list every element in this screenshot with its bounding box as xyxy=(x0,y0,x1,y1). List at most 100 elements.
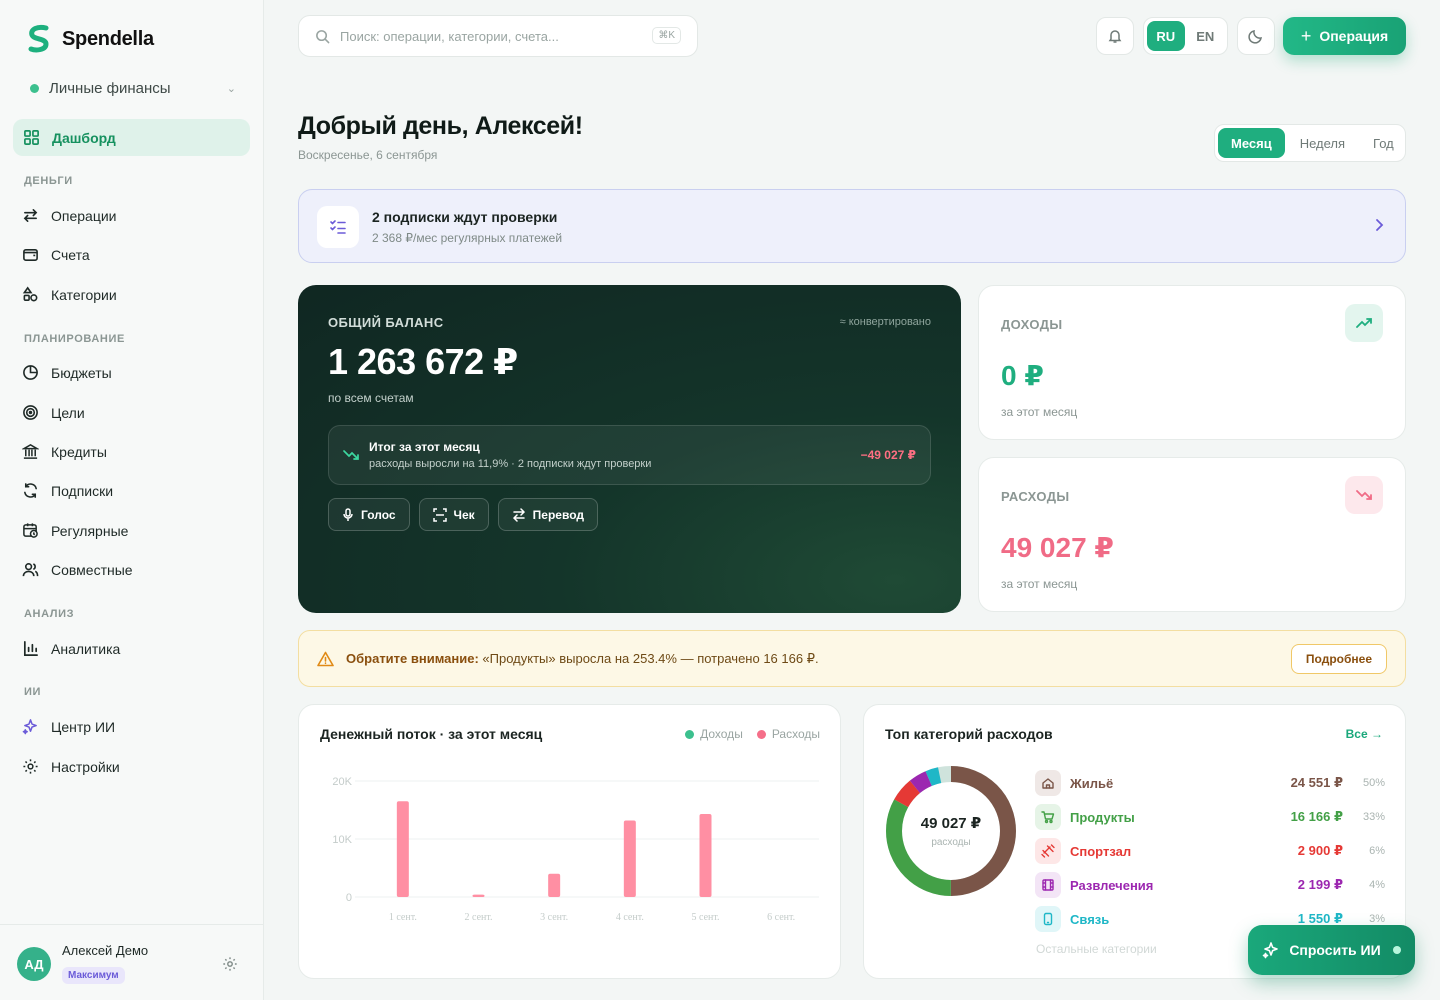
alert-text: Обратите внимание: «Продукты» выросла на… xyxy=(346,651,819,667)
other-categories-link[interactable]: Остальные категории xyxy=(1036,942,1157,956)
grid-icon xyxy=(24,130,39,145)
receipt-scan-button[interactable]: Чек xyxy=(418,498,489,531)
sidebar-item-settings[interactable]: Настройки xyxy=(22,758,120,775)
add-operation-button[interactable]: + Операция xyxy=(1283,17,1406,55)
sidebar-item-credits[interactable]: Кредиты xyxy=(22,443,107,460)
category-percent: 4% xyxy=(1369,879,1385,891)
month-summary[interactable]: Итог за этот месяц расходы выросли на 11… xyxy=(328,425,931,485)
category-amount: 2 900 ₽ xyxy=(1297,843,1343,858)
x-tick-label: 6 сент. xyxy=(767,912,795,923)
gear-icon[interactable] xyxy=(222,956,238,972)
dumbbell-icon xyxy=(1035,838,1061,864)
balance-card: ОБЩИЙ БАЛАНС ≈ конвертировано 1 263 672 … xyxy=(298,285,961,613)
logo[interactable]: Spendella xyxy=(26,24,154,54)
chevron-right-icon xyxy=(1376,219,1384,231)
lang-ru-button[interactable]: RU xyxy=(1147,21,1185,51)
workspace-switcher[interactable]: Личные финансы ⌄ xyxy=(30,80,236,97)
users-icon xyxy=(22,563,39,577)
mic-icon xyxy=(343,507,353,521)
transfer-button[interactable]: Перевод xyxy=(497,498,598,531)
expense-bar[interactable] xyxy=(623,820,636,897)
alert-details-button[interactable]: Подробнее xyxy=(1290,644,1387,674)
period-year-tab[interactable]: Год xyxy=(1360,128,1407,158)
shortcut-hint: ⌘K xyxy=(652,27,681,44)
transfer-label: Перевод xyxy=(532,507,584,522)
sidebar-item-shared[interactable]: Совместные xyxy=(22,561,133,578)
ask-ai-label: Спросить ИИ xyxy=(1289,942,1381,958)
all-categories-link[interactable]: Все → xyxy=(1346,727,1383,741)
add-operation-label: Операция xyxy=(1319,28,1389,44)
receipt-label: Чек xyxy=(453,507,475,522)
expense-bar[interactable] xyxy=(699,814,712,897)
category-name: Связь xyxy=(1070,911,1110,927)
income-subtitle: за этот месяц xyxy=(1001,405,1078,419)
category-percent: 33% xyxy=(1362,811,1385,823)
target-icon xyxy=(23,405,38,420)
x-tick-label: 3 сент. xyxy=(540,912,568,923)
cashflow-chart: 20K 10K 0 1 сент. 2 сент. 3 сент. 4 сент. 5 сен… xyxy=(332,776,819,923)
y-tick-label: 0 xyxy=(346,892,352,904)
sidebar-item-analytics[interactable]: Аналитика xyxy=(22,640,120,657)
nav-section-money: ДЕНЬГИ xyxy=(24,175,73,187)
expenses-label: РАСХОДЫ xyxy=(1001,489,1070,504)
sidebar-item-label: Совместные xyxy=(51,561,133,578)
bank-icon xyxy=(22,444,39,459)
gear-icon xyxy=(23,759,38,774)
period-switch: Месяц Неделя Год xyxy=(1214,124,1406,162)
x-tick-label: 5 сент. xyxy=(692,912,720,923)
expenses-subtitle: за этот месяц xyxy=(1001,577,1078,591)
user-panel: АД Алексей Демо Максимум xyxy=(0,924,264,1000)
search-bar[interactable]: ⌘K xyxy=(298,15,698,57)
category-row[interactable]: Развлечения 2 199 ₽ 4% xyxy=(1035,871,1385,899)
month-summary-subtitle: расходы выросли на 11,9% · 2 подписки жд… xyxy=(369,458,652,470)
sidebar-item-label: Категории xyxy=(51,286,117,303)
sidebar-item-label: Центр ИИ xyxy=(51,718,116,735)
shapes-icon xyxy=(22,286,38,302)
expense-bar[interactable] xyxy=(548,873,561,897)
income-card[interactable]: ДОХОДЫ 0 ₽ за этот месяц xyxy=(978,285,1406,440)
sidebar-item-accounts[interactable]: Счета xyxy=(22,246,90,263)
sidebar-item-label: Счета xyxy=(51,246,90,263)
trend-down-icon xyxy=(343,450,359,460)
scan-icon xyxy=(432,507,447,522)
plus-icon: + xyxy=(1300,25,1312,46)
balance-label: ОБЩИЙ БАЛАНС xyxy=(328,315,444,330)
expenses-card[interactable]: РАСХОДЫ 49 027 ₽ за этот месяц xyxy=(978,457,1406,612)
theme-toggle[interactable] xyxy=(1237,17,1275,55)
sidebar-item-recurring[interactable]: Регулярные xyxy=(22,522,128,539)
sidebar-item-dashboard[interactable]: Дашборд xyxy=(13,119,250,156)
donut-total-label: расходы xyxy=(931,837,971,848)
income-value: 0 ₽ xyxy=(1001,360,1044,391)
search-input[interactable] xyxy=(340,28,630,44)
expense-bar[interactable] xyxy=(396,801,409,897)
sidebar-item-label: Кредиты xyxy=(51,443,107,460)
trend-down-icon xyxy=(1345,476,1383,514)
sidebar-item-label: Операции xyxy=(51,207,117,224)
user-name: Алексей Демо xyxy=(62,943,149,958)
period-week-tab[interactable]: Неделя xyxy=(1287,128,1358,158)
workspace-dot xyxy=(30,84,39,93)
subscriptions-banner[interactable]: 2 подписки ждут проверки 2 368 ₽/мес рег… xyxy=(298,189,1406,263)
sidebar-item-operations[interactable]: Операции xyxy=(22,207,117,224)
sidebar-item-goals[interactable]: Цели xyxy=(22,404,85,421)
avatar[interactable]: АД xyxy=(17,947,51,981)
category-row[interactable]: Продукты 16 166 ₽ 33% xyxy=(1035,803,1385,831)
lang-en-button[interactable]: EN xyxy=(1187,21,1225,51)
category-row[interactable]: Жильё 24 551 ₽ 50% xyxy=(1035,769,1385,797)
expenses-value: 49 027 ₽ xyxy=(1001,532,1114,563)
category-name: Продукты xyxy=(1070,809,1135,825)
sidebar-item-categories[interactable]: Категории xyxy=(22,286,117,303)
category-row[interactable]: Спортзал 2 900 ₽ 6% xyxy=(1035,837,1385,865)
notifications-button[interactable] xyxy=(1096,17,1134,55)
voice-button[interactable]: Голос xyxy=(328,498,410,531)
sidebar-item-budgets[interactable]: Бюджеты xyxy=(22,364,112,381)
period-month-tab[interactable]: Месяц xyxy=(1218,128,1285,158)
bar-chart-icon xyxy=(23,641,38,656)
ask-ai-button[interactable]: Спросить ИИ xyxy=(1248,925,1415,975)
alert-body: «Продукты» выросла на 253.4% — потрачено… xyxy=(478,650,819,666)
app-name: Spendella xyxy=(62,27,154,50)
sidebar-item-ai-center[interactable]: Центр ИИ xyxy=(22,718,115,735)
sidebar-item-subscriptions[interactable]: Подписки xyxy=(22,482,113,499)
category-percent: 6% xyxy=(1369,845,1385,857)
expense-bar[interactable] xyxy=(472,894,485,897)
